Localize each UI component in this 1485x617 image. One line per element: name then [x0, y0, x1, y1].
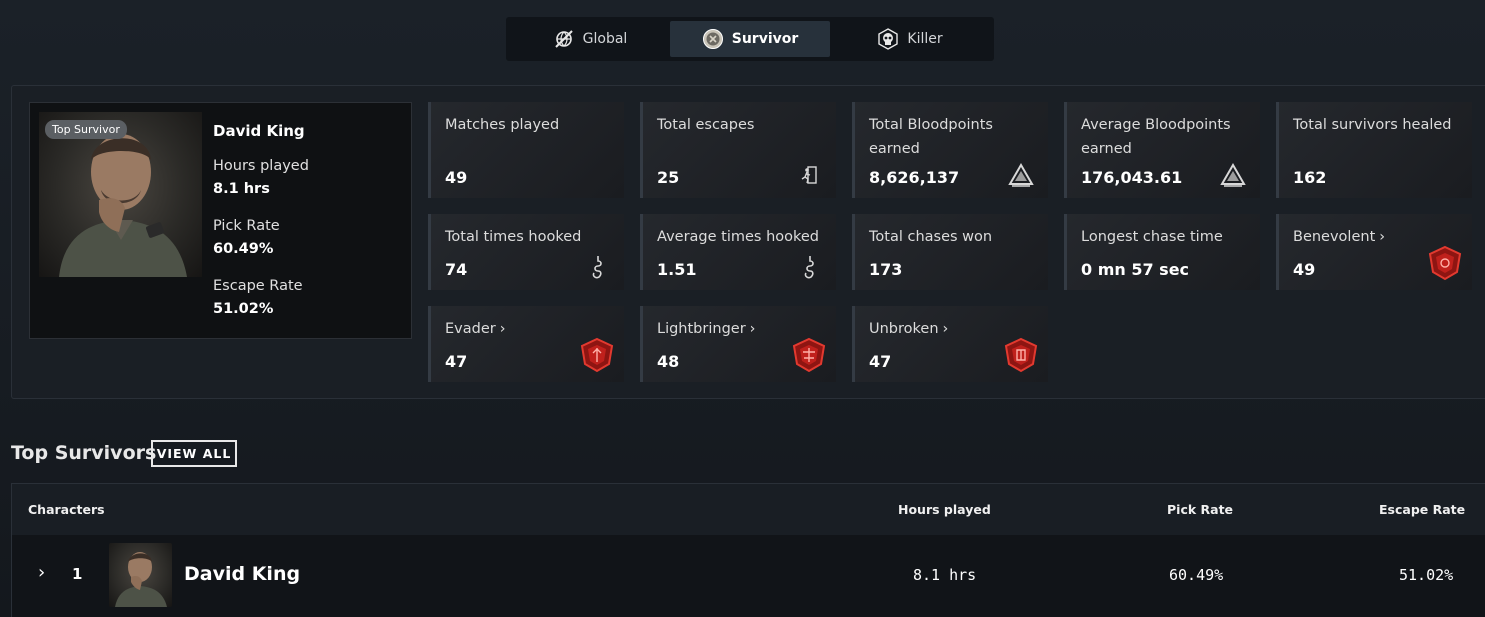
column-header-escape-rate[interactable]: Escape Rate	[1379, 502, 1465, 517]
stat-card-survivors-healed: Total survivors healed 162	[1276, 102, 1472, 198]
stat-label: Total Bloodpoints earned	[869, 117, 993, 157]
escape-rate-label: Escape Rate	[213, 278, 303, 294]
exit-door-icon	[796, 162, 822, 188]
character-thumbnail	[109, 543, 172, 607]
stat-label: Matches played	[445, 117, 560, 133]
chevron-right-icon: ›	[499, 321, 506, 337]
stat-card-lightbringer[interactable]: Lightbringer › 48	[640, 306, 836, 382]
role-tabs: Global Survivor Killer	[506, 17, 994, 61]
tab-global[interactable]: Global	[510, 21, 670, 57]
escape-rate-value: 51.02%	[1399, 566, 1454, 584]
stat-card-longest-chase: Longest chase time 0 mn 57 sec	[1064, 214, 1260, 290]
stat-value: 8,626,137	[869, 168, 960, 187]
character-name[interactable]: David King	[184, 563, 300, 585]
stat-card-evader[interactable]: Evader › 47	[428, 306, 624, 382]
top-survivors-table: Characters Hours played Pick Rate Escape…	[11, 483, 1485, 617]
rank-number: 1	[72, 565, 83, 583]
tab-label: Killer	[907, 31, 943, 47]
tab-survivor[interactable]: Survivor	[670, 21, 830, 57]
stat-value: 48	[657, 352, 680, 371]
stat-value: 47	[445, 352, 468, 371]
achievement-emblem-icon	[1426, 244, 1464, 282]
stat-label: Average times hooked	[657, 229, 820, 245]
globe-tools-icon	[553, 28, 575, 50]
tab-label: Survivor	[731, 31, 799, 47]
stat-label: Longest chase time	[1081, 229, 1223, 245]
expand-chevron-icon[interactable]: ›	[38, 562, 45, 583]
hours-played-label: Hours played	[213, 158, 309, 174]
chevron-right-icon: ›	[1379, 229, 1386, 245]
achievement-emblem-icon	[1002, 336, 1040, 374]
stat-card-total-bloodpoints: Total Bloodpoints earned 8,626,137	[852, 102, 1048, 198]
view-all-button[interactable]: VIEW ALL	[151, 440, 237, 467]
escape-rate-value: 51.02%	[213, 301, 274, 317]
stat-card-benevolent[interactable]: Benevolent › 49	[1276, 214, 1472, 290]
stat-label: Total escapes	[657, 117, 755, 133]
column-header-pick-rate[interactable]: Pick Rate	[1167, 502, 1233, 517]
stat-label: Average Bloodpoints earned	[1081, 117, 1231, 157]
stat-label: Total survivors healed	[1293, 117, 1452, 133]
top-survivor-badge: Top Survivor	[45, 120, 127, 139]
stat-card-unbroken[interactable]: Unbroken › 47	[852, 306, 1048, 382]
character-name: David King	[213, 122, 305, 140]
bloodpoints-icon	[1220, 162, 1246, 188]
stat-value: 49	[1293, 260, 1316, 279]
stat-value: 162	[1293, 168, 1327, 187]
skull-icon	[877, 28, 899, 50]
section-title: Top Survivors	[11, 442, 157, 464]
hours-played-value: 8.1 hrs	[213, 181, 270, 197]
pick-rate-label: Pick Rate	[213, 218, 280, 234]
stat-card-matches-played: Matches played 49	[428, 102, 624, 198]
column-header-hours-played[interactable]: Hours played	[898, 502, 991, 517]
tab-killer[interactable]: Killer	[830, 21, 990, 57]
stat-label: Total times hooked	[445, 229, 582, 245]
achievement-emblem-icon	[790, 336, 828, 374]
stat-value: 74	[445, 260, 468, 279]
stat-value: 47	[869, 352, 892, 371]
survivor-emblem-icon	[702, 28, 724, 50]
hours-played-value: 8.1 hrs	[913, 566, 977, 584]
stat-value: 1.51	[657, 260, 697, 279]
table-header: Characters Hours played Pick Rate Escape…	[12, 484, 1485, 535]
stat-card-total-escapes: Total escapes 25	[640, 102, 836, 198]
character-profile-card: Top Survivor David King Hours played 8.1…	[29, 102, 412, 339]
stat-card-chases-won: Total chases won 173	[852, 214, 1048, 290]
table-row[interactable]: › 1 David King 8.1 hrs 60.49% 51.02%	[12, 535, 1485, 617]
stat-value: 49	[445, 168, 468, 187]
stat-card-average-bloodpoints: Average Bloodpoints earned 176,043.61	[1064, 102, 1260, 198]
tab-label: Global	[582, 31, 628, 47]
pick-rate-value: 60.49%	[213, 241, 274, 257]
column-header-characters[interactable]: Characters	[28, 502, 105, 517]
stat-value: 173	[869, 260, 903, 279]
achievement-emblem-icon	[578, 336, 616, 374]
stat-value: 25	[657, 168, 680, 187]
stat-label: Total chases won	[869, 229, 993, 245]
pick-rate-value: 60.49%	[1169, 566, 1224, 584]
chevron-right-icon: ›	[942, 321, 949, 337]
hook-icon	[796, 254, 822, 280]
stat-card-average-times-hooked: Average times hooked 1.51	[640, 214, 836, 290]
stat-value: 0 mn 57 sec	[1081, 260, 1190, 279]
bloodpoints-icon	[1008, 162, 1034, 188]
hook-icon	[584, 254, 610, 280]
chevron-right-icon: ›	[749, 321, 756, 337]
stat-value: 176,043.61	[1081, 168, 1183, 187]
stat-card-times-hooked: Total times hooked 74	[428, 214, 624, 290]
